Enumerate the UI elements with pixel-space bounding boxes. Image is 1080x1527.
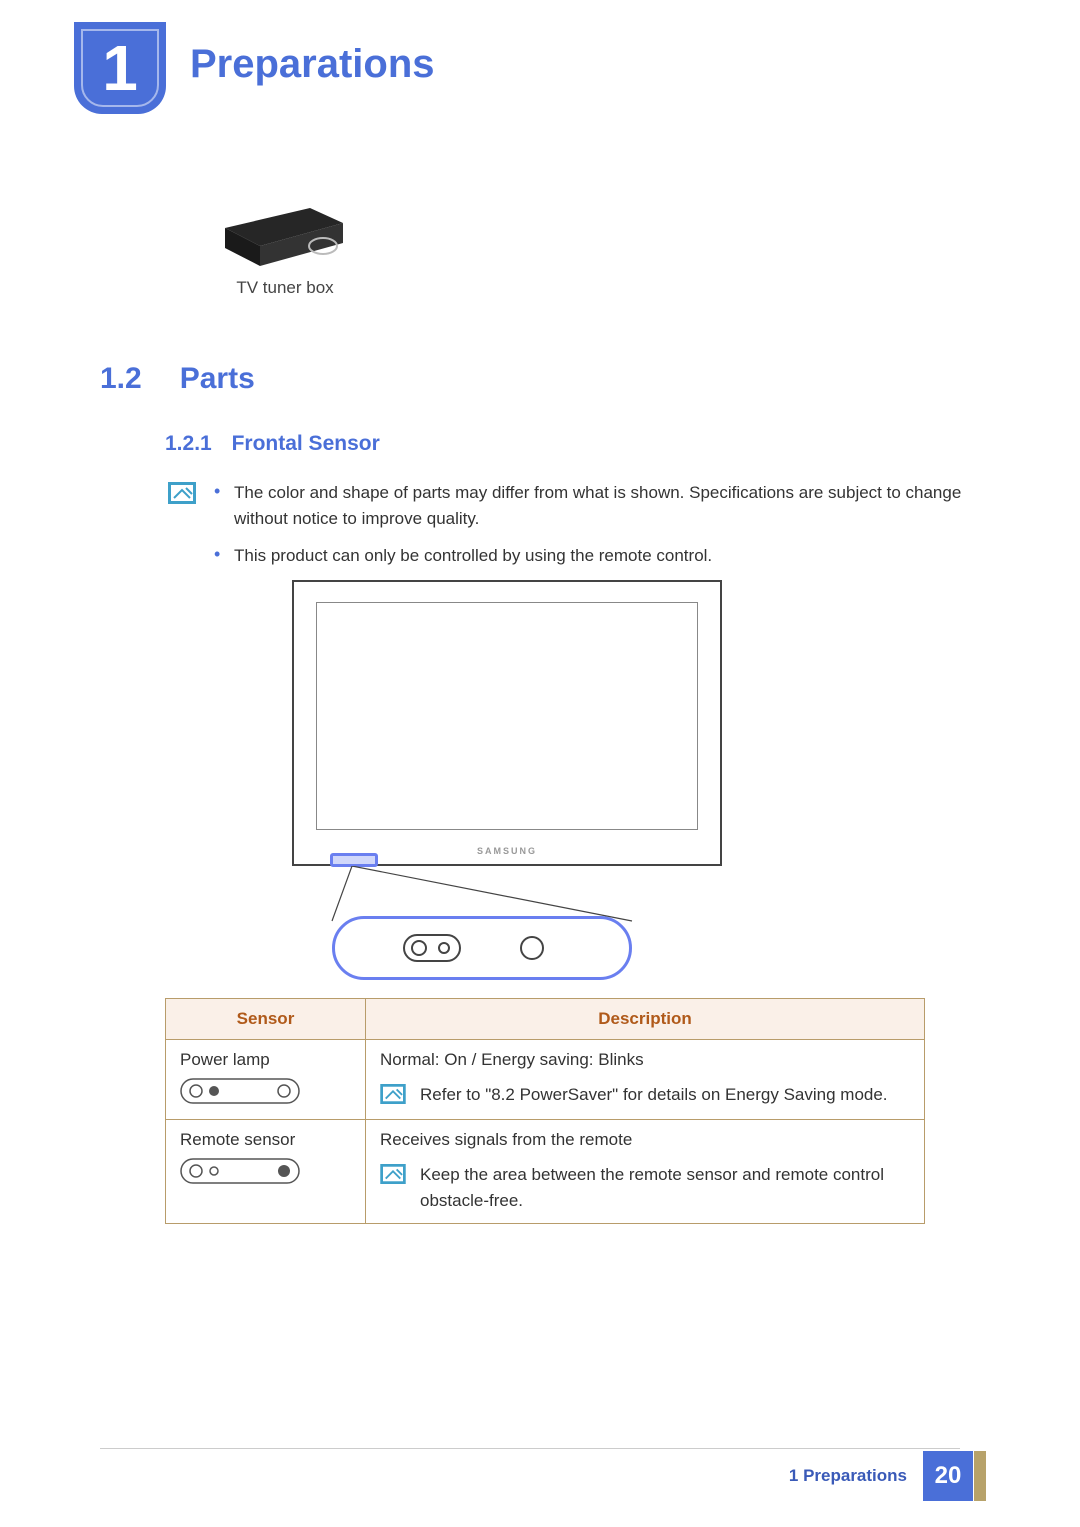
page-number-badge: 20	[923, 1451, 973, 1501]
sensor-pill-detail-icon	[402, 931, 562, 965]
table-row: Remote sensor Receives signals from the …	[166, 1120, 925, 1224]
sensor-detail-pill	[332, 916, 632, 980]
cell-note: Refer to "8.2 PowerSaver" for details on…	[380, 1082, 910, 1108]
table-cell-sensor: Remote sensor	[166, 1120, 366, 1224]
footer-thumb-tab	[974, 1451, 986, 1501]
chapter-title: Preparations	[190, 42, 435, 87]
monitor-outline: SAMSUNG	[292, 580, 722, 866]
note-icon	[380, 1164, 406, 1184]
sensor-table: Sensor Description Power lamp Normal: On…	[165, 998, 925, 1224]
table-cell-sensor: Power lamp	[166, 1040, 366, 1120]
cell-note-text: Keep the area between the remote sensor …	[420, 1162, 910, 1213]
table-header-sensor: Sensor	[166, 999, 366, 1040]
footer-separator	[100, 1448, 960, 1449]
tv-tuner-caption: TV tuner box	[200, 278, 370, 298]
chapter-tab: 1	[74, 22, 166, 114]
chapter-tab-inner: 1	[81, 29, 159, 107]
table-header-row: Sensor Description	[166, 999, 925, 1040]
sensor-name: Power lamp	[180, 1050, 351, 1070]
subsection-title: Frontal Sensor	[232, 432, 380, 455]
cell-note: Keep the area between the remote sensor …	[380, 1162, 910, 1213]
footer-label: 1 Preparations	[789, 1466, 907, 1486]
monitor-screen	[316, 602, 698, 830]
monitor-figure: SAMSUNG	[292, 580, 722, 866]
sensor-desc: Normal: On / Energy saving: Blinks	[380, 1050, 910, 1070]
table-row: Power lamp Normal: On / Energy saving: B…	[166, 1040, 925, 1120]
note-icon	[168, 482, 196, 504]
subsection-number: 1.2.1	[165, 432, 212, 455]
note-block: The color and shape of parts may differ …	[168, 480, 970, 579]
chapter-number: 1	[102, 31, 138, 105]
tv-tuner-figure: TV tuner box	[200, 188, 370, 298]
note-icon	[380, 1084, 406, 1104]
cell-note-text: Refer to "8.2 PowerSaver" for details on…	[420, 1082, 888, 1108]
section-number: 1.2	[100, 362, 142, 396]
note-bullet: This product can only be controlled by u…	[214, 543, 970, 569]
table-header-description: Description	[366, 999, 925, 1040]
sensor-desc: Receives signals from the remote	[380, 1130, 910, 1150]
section-header: 1.2 Parts	[100, 362, 255, 396]
table-cell-description: Receives signals from the remote Keep th…	[366, 1120, 925, 1224]
tv-tuner-box-icon	[215, 188, 355, 268]
sensor-name: Remote sensor	[180, 1130, 351, 1150]
footer: 1 Preparations 20	[789, 1451, 973, 1501]
table-cell-description: Normal: On / Energy saving: Blinks Refer…	[366, 1040, 925, 1120]
note-list: The color and shape of parts may differ …	[214, 480, 970, 579]
section-title: Parts	[180, 362, 255, 396]
note-bullet: The color and shape of parts may differ …	[214, 480, 970, 533]
subsection-header: 1.2.1 Frontal Sensor	[165, 432, 380, 456]
sensor-highlight	[330, 853, 378, 867]
remote-sensor-icon	[180, 1158, 300, 1184]
power-lamp-icon	[180, 1078, 300, 1104]
